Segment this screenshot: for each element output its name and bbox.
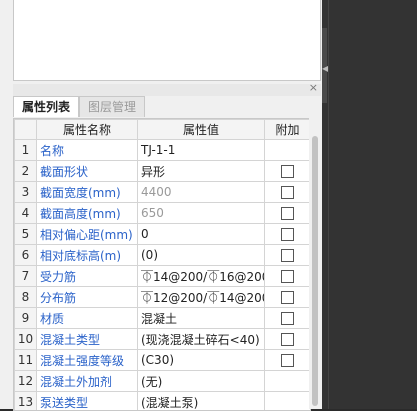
scrollbar-thumb[interactable] [312,136,318,406]
additional-checkbox[interactable] [281,270,294,283]
table-row[interactable]: 1名称TJ-1-1 [15,140,311,161]
table-header-row: 属性名称 属性值 附加 [15,120,311,140]
header-property-name: 属性名称 [37,120,138,140]
property-value[interactable]: (0) [138,245,265,266]
properties-panel: × 属性列表 图层管理 属性名称 属性值 附加 1名称TJ-1-12截面形状异形… [0,0,322,409]
additional-cell [265,371,311,392]
row-number: 3 [15,182,37,203]
header-property-value: 属性值 [138,120,265,140]
property-value[interactable]: 4400 [138,182,265,203]
property-value[interactable]: 混凝土 [138,308,265,329]
table-row[interactable]: 3截面宽度(mm)4400 [15,182,311,203]
property-table: 属性名称 属性值 附加 1名称TJ-1-12截面形状异形3截面宽度(mm)440… [13,118,311,411]
additional-cell [265,245,311,266]
table-row[interactable]: 8分布筋⏁12@200/⏁14@200 [15,287,311,308]
property-name: 截面高度(mm) [37,203,138,224]
table-row[interactable]: 11混凝土强度等级(C30) [15,350,311,371]
additional-cell [265,266,311,287]
row-number: 7 [15,266,37,287]
preview-area [13,0,321,81]
row-number: 9 [15,308,37,329]
panel-header: × [13,84,321,96]
close-icon[interactable]: × [309,81,318,94]
additional-checkbox[interactable] [281,207,294,220]
drawing-canvas[interactable]: ◀ [322,0,417,409]
additional-cell [265,308,311,329]
additional-checkbox[interactable] [281,291,294,304]
additional-checkbox[interactable] [281,354,294,367]
table-row[interactable]: 13泵送类型(混凝土泵) [15,392,311,411]
header-number [15,120,37,140]
row-number: 5 [15,224,37,245]
property-name: 相对偏心距(mm) [37,224,138,245]
row-number: 1 [15,140,37,161]
property-value[interactable]: TJ-1-1 [138,140,265,161]
property-value[interactable]: ⏁14@200/⏁16@200 [138,266,265,287]
property-value[interactable]: (C30) [138,350,265,371]
additional-cell [265,140,311,161]
table-row[interactable]: 10混凝土类型(现浇混凝土碎石<40) [15,329,311,350]
table-row[interactable]: 12混凝土外加剂(无) [15,371,311,392]
row-number: 12 [15,371,37,392]
property-name: 分布筋 [37,287,138,308]
canvas-divider [328,0,329,409]
additional-checkbox[interactable] [281,312,294,325]
property-name: 混凝土强度等级 [37,350,138,371]
row-number: 6 [15,245,37,266]
property-name: 泵送类型 [37,392,138,411]
property-value[interactable]: (现浇混凝土碎石<40) [138,329,265,350]
row-number: 8 [15,287,37,308]
property-value[interactable]: 0 [138,224,265,245]
property-value[interactable]: 650 [138,203,265,224]
additional-checkbox[interactable] [281,249,294,262]
tab-bar: 属性列表 图层管理 [13,96,145,118]
property-name: 混凝土外加剂 [37,371,138,392]
row-number: 10 [15,329,37,350]
row-number: 13 [15,392,37,411]
table-row[interactable]: 2截面形状异形 [15,161,311,182]
property-name: 材质 [37,308,138,329]
tab-property-list[interactable]: 属性列表 [13,96,79,117]
property-name: 相对底标高(m) [37,245,138,266]
table-row[interactable]: 7受力筋⏁14@200/⏁16@200 [15,266,311,287]
additional-cell [265,224,311,245]
additional-cell [265,350,311,371]
additional-cell [265,392,311,411]
table-row[interactable]: 4截面高度(mm)650 [15,203,311,224]
property-name: 名称 [37,140,138,161]
property-name: 截面宽度(mm) [37,182,138,203]
additional-checkbox[interactable] [281,186,294,199]
additional-cell [265,182,311,203]
header-additional: 附加 [265,120,311,140]
property-name: 混凝土类型 [37,329,138,350]
additional-cell [265,203,311,224]
additional-cell [265,329,311,350]
additional-checkbox[interactable] [281,165,294,178]
property-value[interactable]: 异形 [138,161,265,182]
tab-layer-management[interactable]: 图层管理 [79,96,145,117]
property-value[interactable]: (无) [138,371,265,392]
property-value[interactable]: ⏁12@200/⏁14@200 [138,287,265,308]
property-name: 截面形状 [37,161,138,182]
table-row[interactable]: 5相对偏心距(mm)0 [15,224,311,245]
row-number: 4 [15,203,37,224]
additional-checkbox[interactable] [281,333,294,346]
table-row[interactable]: 9材质混凝土 [15,308,311,329]
additional-cell [265,161,311,182]
vertical-scrollbar[interactable] [309,118,321,409]
property-value[interactable]: (混凝土泵) [138,392,265,411]
row-number: 2 [15,161,37,182]
row-number: 11 [15,350,37,371]
table-row[interactable]: 6相对底标高(m)(0) [15,245,311,266]
additional-cell [265,287,311,308]
additional-checkbox[interactable] [281,228,294,241]
property-name: 受力筋 [37,266,138,287]
